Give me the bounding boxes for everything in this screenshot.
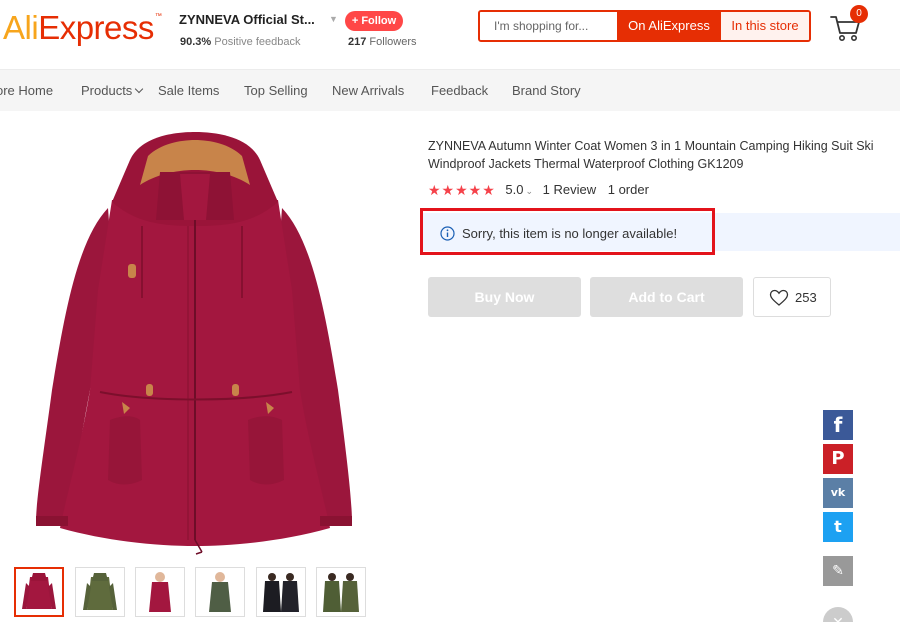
thumbnail-image <box>263 573 299 612</box>
info-icon <box>440 226 455 241</box>
followers-count: 217 Followers <box>348 36 417 48</box>
wishlist-count: 253 <box>795 290 817 305</box>
thumbnail-5[interactable] <box>256 567 306 617</box>
nav-new-arrivals[interactable]: New Arrivals <box>332 83 404 98</box>
follow-button[interactable]: + Follow <box>345 11 403 31</box>
chevron-down-icon <box>135 84 144 94</box>
thumbnail-2[interactable] <box>75 567 125 617</box>
nav-feedback[interactable]: Feedback <box>431 83 488 98</box>
thumbnail-4[interactable] <box>195 567 245 617</box>
thumbnail-image <box>209 572 231 612</box>
vk-share-icon[interactable]: vk <box>823 478 853 508</box>
nav-top-selling[interactable]: Top Selling <box>244 83 308 98</box>
nav-store-home[interactable]: ore Home <box>0 83 53 98</box>
nav-sale-items[interactable]: Sale Items <box>158 83 219 98</box>
add-to-cart-button[interactable]: Add to Cart <box>590 277 743 317</box>
thumbnail-image <box>83 573 117 610</box>
search-in-store-button[interactable]: In this store <box>721 12 809 40</box>
facebook-share-icon[interactable]: f <box>823 410 853 440</box>
reviews-link[interactable]: 1 Review <box>543 182 596 197</box>
nav-brand-story[interactable]: Brand Story <box>512 83 581 98</box>
chevron-down-icon: ⌄ <box>525 186 534 196</box>
rating-row: ★★★★★ 5.0 ⌄ 1 Review 1 order <box>428 182 649 200</box>
pinterest-share-icon[interactable]: P <box>823 444 853 474</box>
product-main-image[interactable] <box>30 130 360 555</box>
buy-now-button[interactable]: Buy Now <box>428 277 581 317</box>
positive-feedback: 90.3% Positive feedback <box>180 36 301 48</box>
thumbnail-image <box>149 572 171 612</box>
cart-count-badge: 0 <box>850 5 868 23</box>
store-name[interactable]: ZYNNEVA Official St... <box>179 12 315 27</box>
orders-count: 1 order <box>607 182 649 197</box>
product-title: ZYNNEVA Autumn Winter Coat Women 3 in 1 … <box>428 139 874 171</box>
close-icon[interactable]: ✕ <box>823 607 853 622</box>
wishlist-button[interactable]: 253 <box>753 277 831 317</box>
store-dropdown-icon[interactable]: ▼ <box>329 14 338 24</box>
search-box: On AliExpress In this store <box>478 10 811 42</box>
thumbnail-6[interactable] <box>316 567 366 617</box>
search-input[interactable] <box>480 12 617 40</box>
heart-icon <box>769 289 789 306</box>
thumbnail-image <box>323 573 359 612</box>
thumbnail-image <box>22 573 56 609</box>
twitter-share-icon[interactable]: t <box>823 512 853 542</box>
store-header: AliExpress™ ZYNNEVA Official St... ▼ + F… <box>0 0 900 68</box>
rating-score[interactable]: 5.0 ⌄ <box>505 182 533 197</box>
nav-products[interactable]: Products <box>81 83 144 98</box>
rating-stars: ★★★★★ <box>428 182 496 198</box>
store-nav: ore Home Products Sale Items Top Selling… <box>0 69 900 111</box>
edit-icon[interactable]: ✎ <box>823 556 853 586</box>
thumbnail-3[interactable] <box>135 567 185 617</box>
thumbnail-1[interactable] <box>14 567 64 617</box>
search-on-aliexpress-button[interactable]: On AliExpress <box>617 12 721 40</box>
unavailable-message: Sorry, this item is no longer available! <box>462 226 678 241</box>
aliexpress-logo[interactable]: AliExpress™ <box>3 9 162 47</box>
